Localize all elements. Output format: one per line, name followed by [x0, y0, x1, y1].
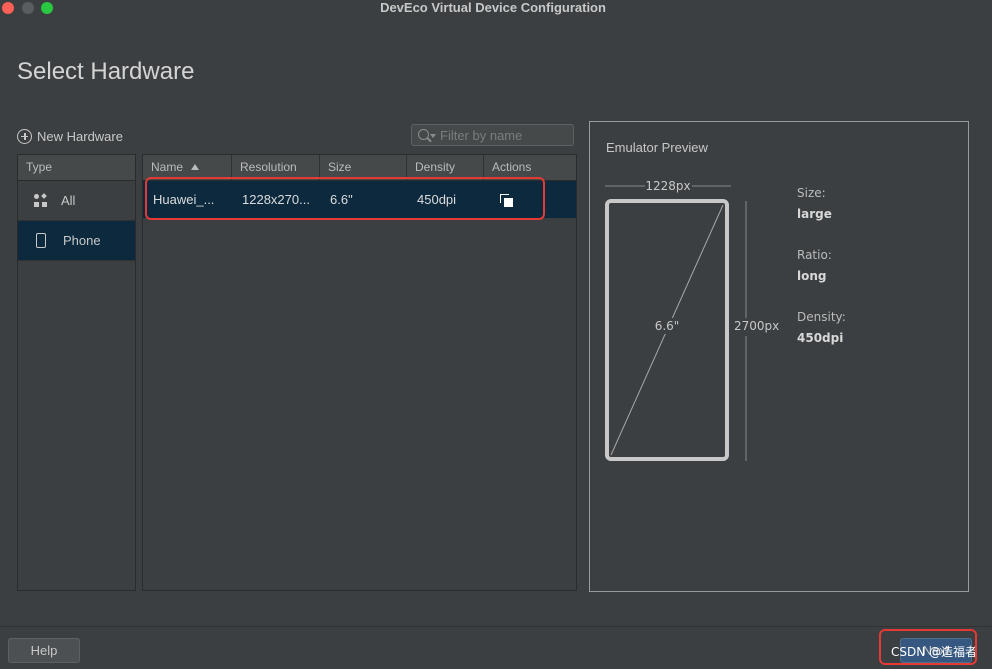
height-label: 2700px: [734, 319, 779, 333]
clone-icon[interactable]: [500, 193, 514, 208]
window-title: DevEco Virtual Device Configuration: [380, 0, 606, 15]
column-header-density[interactable]: Density: [407, 155, 484, 180]
table-row[interactable]: Huawei_... 1228x270... 6.6" 450dpi: [143, 181, 576, 218]
emulator-preview-panel: Emulator Preview 1228px 6.6" 2700px Size…: [589, 121, 969, 592]
spec-label-size: Size:: [797, 186, 826, 200]
cell-size: 6.6": [330, 192, 353, 207]
width-label: 1228px: [645, 179, 690, 193]
column-header-size[interactable]: Size: [320, 155, 407, 180]
cell-actions: [484, 181, 576, 218]
new-hardware-label: New Hardware: [37, 128, 123, 144]
search-icon: [418, 129, 429, 140]
column-header-actions: Actions: [492, 160, 532, 174]
type-item-all[interactable]: All: [18, 181, 135, 221]
footer-divider: [0, 626, 992, 627]
chevron-down-icon[interactable]: [430, 134, 436, 138]
spec-label-ratio: Ratio:: [797, 248, 832, 262]
cell-name: Huawei_...: [153, 192, 215, 207]
table-header: Name Resolution Size Density Actions: [143, 155, 576, 181]
column-header-name[interactable]: Name: [143, 155, 232, 180]
spec-value-size: large: [797, 207, 832, 221]
device-diagram: 1228px 6.6" 2700px Size: large Ratio: lo…: [605, 179, 846, 461]
filter-field[interactable]: [411, 124, 574, 146]
filter-input[interactable]: [440, 126, 570, 144]
phone-icon: [36, 233, 46, 248]
spec-value-ratio: long: [797, 269, 827, 283]
spec-value-density: 450dpi: [797, 331, 843, 345]
watermark: CSDN @造福者: [891, 645, 978, 659]
help-button[interactable]: Help: [8, 638, 80, 663]
type-item-phone[interactable]: Phone: [18, 221, 135, 261]
diagonal-label: 6.6": [655, 319, 680, 333]
type-panel: Type All Phone: [17, 154, 136, 591]
column-header-resolution[interactable]: Resolution: [232, 155, 320, 180]
type-item-label: All: [61, 193, 76, 208]
title-bar: DevEco Virtual Device Configuration: [0, 0, 992, 16]
category-grid-icon: [33, 192, 49, 209]
cell-resolution: 1228x270...: [242, 192, 310, 207]
add-circle-icon: [17, 128, 32, 144]
sort-ascending-icon: [191, 164, 200, 170]
spec-label-density: Density:: [797, 310, 846, 324]
new-hardware-button[interactable]: New Hardware: [17, 127, 123, 145]
page-title: Select Hardware: [17, 58, 195, 85]
cell-density: 450dpi: [417, 192, 457, 207]
type-item-label: Phone: [63, 233, 101, 248]
type-header: Type: [18, 155, 135, 181]
hardware-table: Name Resolution Size Density Actions Hua…: [142, 154, 577, 591]
